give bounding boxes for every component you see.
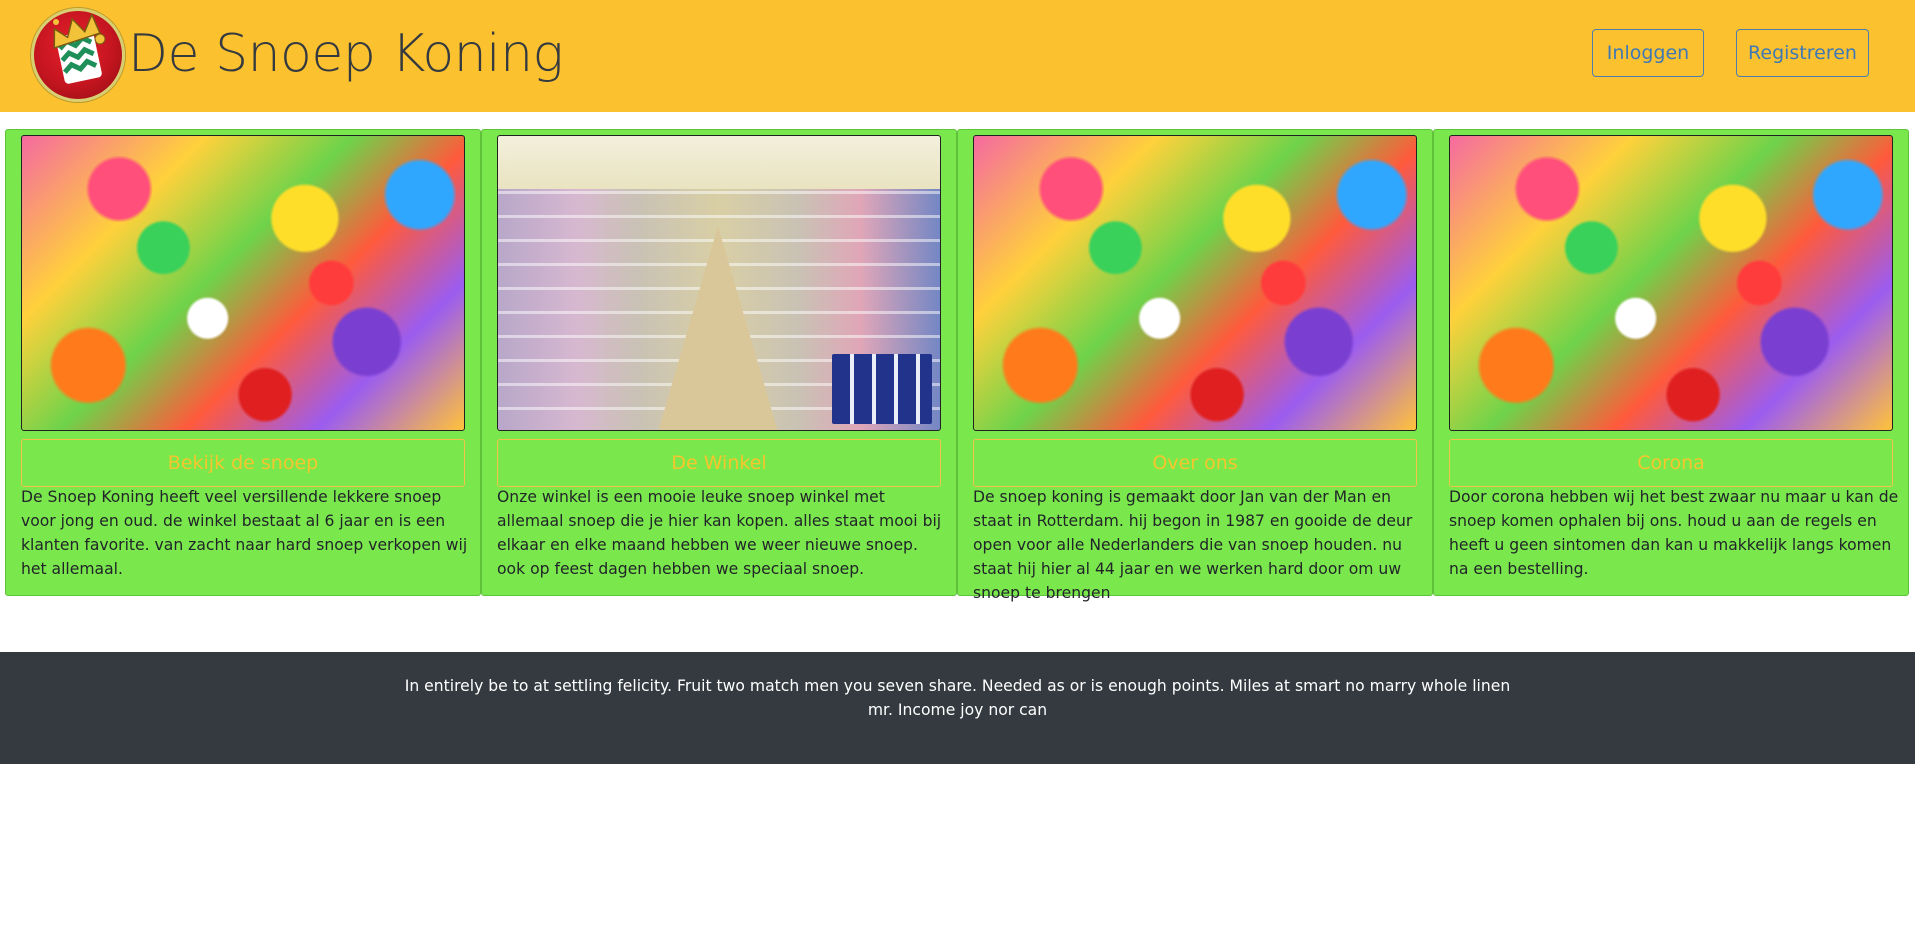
card-text: Onze winkel is een mooie leuke snoep win… — [497, 488, 942, 578]
candy-mix-image — [1449, 135, 1893, 431]
de-winkel-button[interactable]: De Winkel — [497, 439, 941, 487]
shop-crates — [832, 354, 932, 424]
footer-text: In entirely be to at settling felicity. … — [404, 677, 1511, 719]
card-text: De Snoep Koning heeft veel versillende l… — [21, 488, 468, 578]
card-over-ons: Over ons De snoep koning is gemaakt door… — [957, 129, 1433, 602]
card-winkel: De Winkel Onze winkel is een mooie leuke… — [481, 129, 957, 596]
candy-king-logo-icon[interactable] — [31, 8, 125, 102]
site-header: De Snoep Koning Inloggen Registreren — [0, 0, 1915, 112]
card-text: De snoep koning is gemaakt door Jan van … — [973, 488, 1413, 602]
card-grid: Bekijk de snoep De Snoep Koning heeft ve… — [5, 129, 1910, 602]
site-title: De Snoep Koning — [128, 24, 564, 84]
shop-aisle — [658, 226, 778, 430]
site-footer: In entirely be to at settling felicity. … — [0, 652, 1915, 764]
card-snoep: Bekijk de snoep De Snoep Koning heeft ve… — [5, 129, 481, 596]
candy-mix-image — [973, 135, 1417, 431]
register-button[interactable]: Registreren — [1736, 29, 1869, 77]
candy-mix-image — [21, 135, 465, 431]
card-text: Door corona hebben wij het best zwaar nu… — [1449, 488, 1899, 578]
corona-button[interactable]: Corona — [1449, 439, 1893, 487]
over-ons-button[interactable]: Over ons — [973, 439, 1417, 487]
bekijk-de-snoep-button[interactable]: Bekijk de snoep — [21, 439, 465, 487]
login-button[interactable]: Inloggen — [1592, 29, 1704, 77]
card-corona: Corona Door corona hebben wij het best z… — [1433, 129, 1909, 596]
candy-shop-image — [497, 135, 941, 431]
